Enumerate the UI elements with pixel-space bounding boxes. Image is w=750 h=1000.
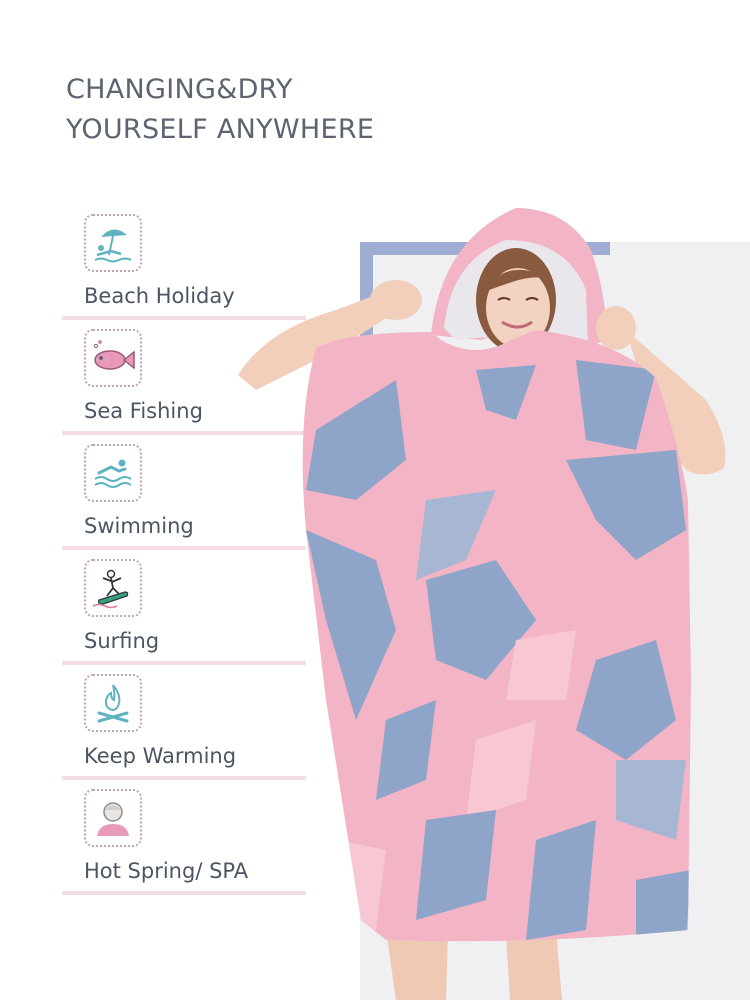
model-in-hooded-towel-poncho — [238, 208, 726, 1000]
feature-label: Surfing — [84, 629, 160, 653]
spa-person-icon — [84, 789, 142, 847]
surfer-icon — [84, 559, 142, 617]
campfire-icon — [84, 674, 142, 732]
headline-line-2: YOURSELF ANYWHERE — [66, 114, 375, 145]
swimmer-icon — [84, 444, 142, 502]
feature-label: Sea Fishing — [84, 399, 203, 423]
product-photo — [236, 200, 750, 1000]
feature-label: Keep Warming — [84, 744, 237, 768]
feature-label: Beach Holiday — [84, 284, 235, 308]
headline: CHANGING&DRY YOURSELF ANYWHERE — [66, 70, 374, 150]
beach-umbrella-icon — [84, 214, 142, 272]
headline-line-1: CHANGING&DRY — [66, 74, 293, 105]
fish-icon — [84, 329, 142, 387]
feature-label: Hot Spring/ SPA — [84, 859, 249, 883]
feature-label: Swimming — [84, 514, 194, 538]
